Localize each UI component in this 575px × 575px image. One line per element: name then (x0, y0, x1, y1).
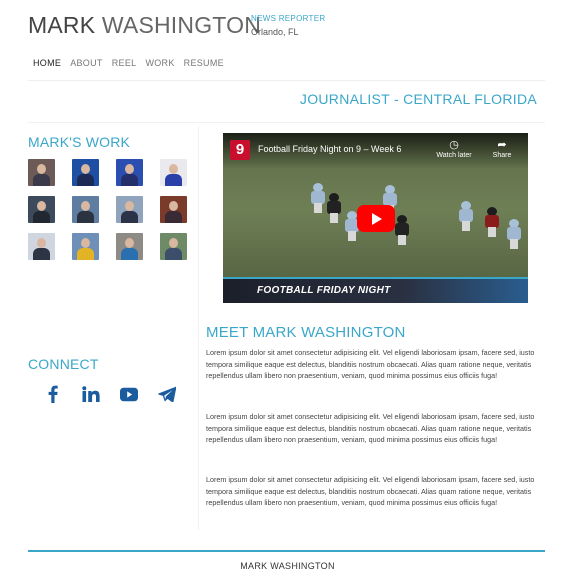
tagline-divider (28, 122, 545, 123)
thumbnail-face (81, 164, 90, 174)
video-figure (507, 219, 521, 249)
main-nav: HOME ABOUT REEL WORK RESUME (33, 58, 224, 68)
video-figure (327, 193, 341, 223)
footer-brand: MARK WASHINGTON (0, 561, 575, 571)
thumbnail-face (169, 164, 178, 174)
work-thumbnail[interactable] (72, 196, 99, 223)
work-thumbnail[interactable] (28, 196, 55, 223)
nav-item-resume[interactable]: RESUME (184, 58, 224, 68)
work-thumbnail[interactable] (160, 196, 187, 223)
watch-later-button[interactable]: ◷ Watch later (434, 139, 474, 159)
share-label: Share (492, 152, 512, 159)
facebook-icon[interactable] (44, 385, 62, 403)
clock-icon: ◷ (449, 139, 459, 151)
footer-divider (28, 550, 545, 552)
site-brand[interactable]: MARK WASHINGTON (28, 12, 261, 39)
work-thumbnail[interactable] (160, 159, 187, 186)
work-thumbnail-grid (28, 159, 187, 260)
header-divider (28, 80, 545, 81)
thumbnail-face (125, 238, 134, 248)
connect-section-title: CONNECT (28, 356, 99, 372)
nav-item-home[interactable]: HOME (33, 58, 61, 68)
thumbnail-face (81, 238, 90, 248)
share-icon: ➦ (497, 139, 507, 151)
thumbnail-outfit (77, 248, 94, 260)
column-divider (198, 126, 199, 530)
brand-last-name: WASHINGTON (101, 12, 262, 38)
thumbnail-face (37, 164, 46, 174)
thumbnail-outfit (165, 248, 182, 260)
nav-item-work[interactable]: WORK (145, 58, 174, 68)
thumbnail-face (81, 201, 90, 211)
thumbnail-outfit (77, 174, 94, 186)
brand-first-name: MARK (28, 12, 96, 38)
channel-logo[interactable]: 9 (230, 140, 250, 160)
thumbnail-outfit (165, 174, 182, 186)
social-links (44, 385, 176, 403)
work-section-title: MARK'S WORK (28, 134, 131, 150)
video-title[interactable]: Football Friday Night on 9 – Week 6 (258, 144, 401, 154)
nav-item-about[interactable]: ABOUT (70, 58, 103, 68)
thumbnail-face (125, 164, 134, 174)
thumbnail-face (169, 201, 178, 211)
thumbnail-face (125, 201, 134, 211)
thumbnail-outfit (121, 211, 138, 223)
location-text: Orlando, FL (251, 27, 299, 37)
thumbnail-outfit (121, 248, 138, 260)
work-thumbnail[interactable] (72, 233, 99, 260)
thumbnail-outfit (33, 248, 50, 260)
video-figure (485, 207, 499, 237)
thumbnail-outfit (121, 174, 138, 186)
video-figure (459, 201, 473, 231)
about-paragraph: Lorem ipsum dolor sit amet consectetur a… (206, 475, 535, 508)
job-title: NEWS REPORTER (251, 14, 326, 23)
video-banner-text: FOOTBALL FRIDAY NIGHT (257, 285, 391, 296)
work-thumbnail[interactable] (116, 159, 143, 186)
thumbnail-outfit (77, 211, 94, 223)
youtube-icon[interactable] (120, 385, 138, 403)
video-player[interactable]: 9 Football Friday Night on 9 – Week 6 ◷ … (223, 133, 528, 303)
work-thumbnail[interactable] (160, 233, 187, 260)
play-button[interactable] (357, 205, 395, 232)
thumbnail-outfit (33, 174, 50, 186)
about-section-title: MEET MARK WASHINGTON (206, 324, 406, 341)
thumbnail-outfit (165, 211, 182, 223)
watch-later-label: Watch later (436, 152, 472, 159)
about-paragraph: Lorem ipsum dolor sit amet consectetur a… (206, 348, 535, 381)
video-figure (395, 215, 409, 245)
telegram-icon[interactable] (158, 385, 176, 403)
work-thumbnail[interactable] (28, 233, 55, 260)
linkedin-icon[interactable] (82, 385, 100, 403)
thumbnail-outfit (33, 211, 50, 223)
footer-first-name: MARK (240, 561, 268, 571)
work-thumbnail[interactable] (116, 196, 143, 223)
nav-item-reel[interactable]: REEL (112, 58, 137, 68)
portfolio-page: MARK WASHINGTON NEWS REPORTER Orlando, F… (0, 0, 575, 575)
work-thumbnail[interactable] (28, 159, 55, 186)
tagline: JOURNALIST - CENTRAL FLORIDA (299, 91, 537, 107)
share-button[interactable]: ➦ Share (482, 139, 522, 159)
about-paragraph: Lorem ipsum dolor sit amet consectetur a… (206, 412, 535, 445)
thumbnail-face (37, 201, 46, 211)
work-thumbnail[interactable] (72, 159, 99, 186)
thumbnail-face (37, 238, 46, 248)
work-thumbnail[interactable] (116, 233, 143, 260)
video-figure (311, 183, 325, 213)
thumbnail-face (169, 238, 178, 248)
video-banner: FOOTBALL FRIDAY NIGHT (223, 277, 528, 303)
footer-last-name: WASHINGTON (270, 561, 335, 571)
